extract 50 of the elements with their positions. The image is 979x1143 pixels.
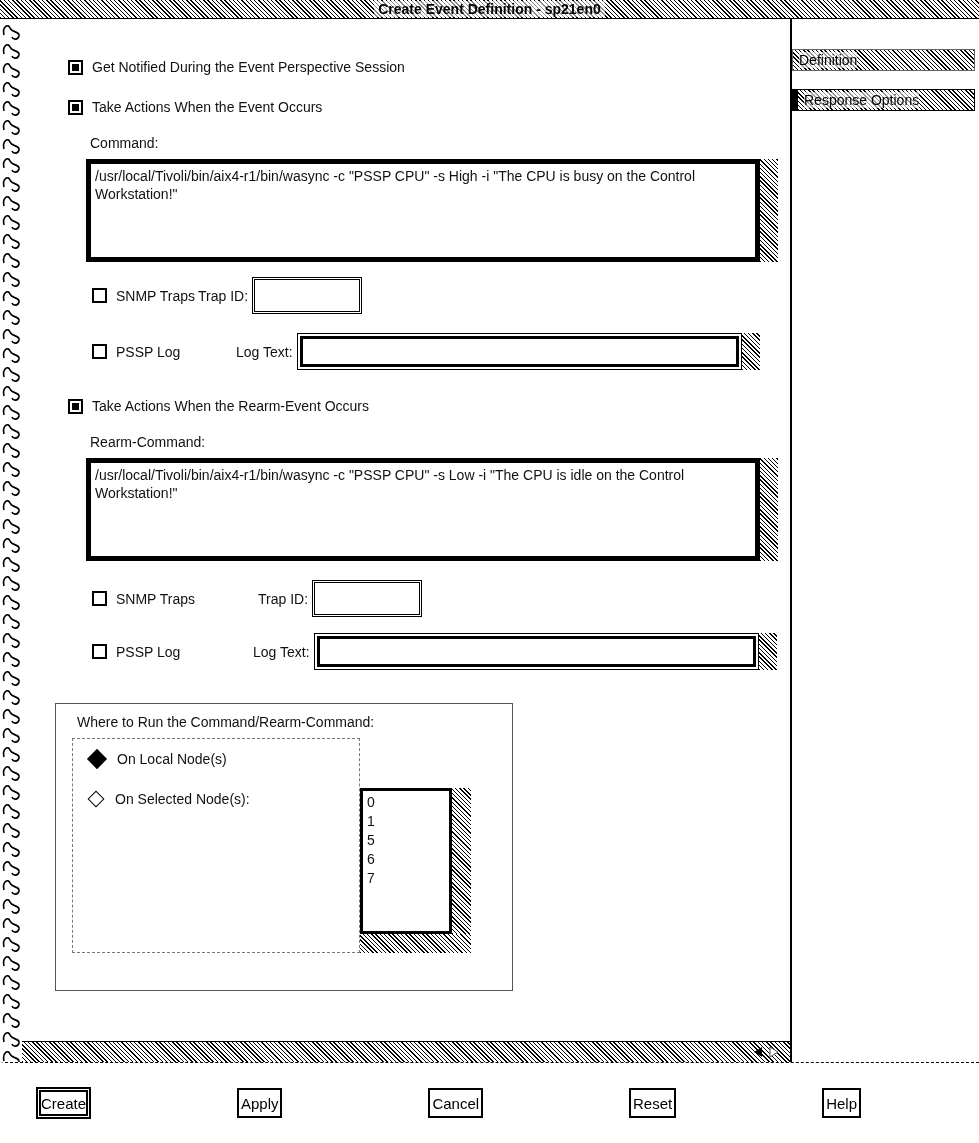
checkbox[interactable] bbox=[92, 344, 107, 359]
radio-option[interactable]: On Selected Node(s): bbox=[87, 789, 359, 809]
checkbox[interactable] bbox=[92, 591, 107, 606]
field-label: Trap ID: bbox=[198, 287, 249, 304]
command-field[interactable]: /usr/local/Tivoli/bin/aix4-r1/bin/wasync -c "PSSP CPU" -s High -i "The CPU is busy on the Control Workstation!" bbox=[86, 159, 760, 262]
left-arrow-icon[interactable] bbox=[752, 1046, 764, 1058]
scrollbar[interactable] bbox=[22, 1041, 790, 1062]
list-item[interactable]: 5 bbox=[367, 831, 445, 850]
checkbox[interactable] bbox=[92, 288, 107, 303]
scrollbar[interactable] bbox=[760, 458, 778, 561]
node-list[interactable]: 0 1 5 6 7 bbox=[360, 788, 452, 934]
trap-id-field[interactable] bbox=[252, 277, 363, 314]
dialog-button[interactable]: Apply bbox=[236, 1088, 283, 1118]
field-label: Command: bbox=[90, 135, 160, 151]
checkbox-label: SNMP Traps bbox=[116, 287, 196, 304]
checkbox-label: Get Notified During the Event Perspective Session bbox=[92, 59, 405, 75]
checkbox-label: Take Actions When the Rearm-Event Occurs bbox=[92, 398, 369, 414]
field-label: Rearm-Command: bbox=[90, 434, 207, 450]
list-item[interactable]: 0 bbox=[367, 793, 445, 812]
log-text-field[interactable] bbox=[313, 633, 759, 670]
checkbox-label: SNMP Traps bbox=[116, 590, 196, 607]
list-item[interactable]: 6 bbox=[367, 850, 445, 869]
dialog-button[interactable]: Create bbox=[36, 1087, 92, 1119]
list-item[interactable]: 7 bbox=[367, 869, 445, 888]
checkbox[interactable] bbox=[68, 59, 83, 75]
checkbox-label: PSSP Log bbox=[116, 643, 181, 660]
checkbox[interactable] bbox=[68, 99, 83, 115]
log-text-field[interactable] bbox=[296, 333, 742, 370]
group-title: Where to Run the Command/Rearm-Command: bbox=[77, 714, 376, 730]
field-label: Trap ID: bbox=[258, 590, 309, 607]
right-arrow-icon[interactable] bbox=[768, 1046, 780, 1058]
trap-id-field[interactable] bbox=[312, 580, 423, 617]
tab[interactable]: Response Options bbox=[792, 89, 975, 111]
scrollbar[interactable] bbox=[360, 934, 471, 953]
dialog-button[interactable]: Cancel bbox=[428, 1088, 484, 1118]
field-label: Log Text: bbox=[253, 643, 310, 660]
checkbox[interactable] bbox=[68, 398, 83, 414]
radio-option[interactable]: On Local Node(s) bbox=[87, 749, 359, 769]
checkbox-label: Take Actions When the Event Occurs bbox=[92, 99, 323, 115]
command-field[interactable]: /usr/local/Tivoli/bin/aix4-r1/bin/wasync -c "PSSP CPU" -s Low -i "The CPU is idle on the Control Workstation!" bbox=[86, 458, 760, 561]
list-item[interactable]: 1 bbox=[367, 812, 445, 831]
checkbox[interactable] bbox=[92, 644, 107, 659]
window-title: Create Event Definition - sp21en0 bbox=[374, 1, 605, 17]
tab[interactable]: Definition bbox=[792, 49, 975, 71]
scrollbar[interactable] bbox=[452, 788, 471, 934]
checkbox-label: PSSP Log bbox=[116, 343, 181, 360]
dialog-button[interactable]: Help bbox=[822, 1088, 861, 1118]
scrollbar[interactable] bbox=[760, 159, 778, 262]
field-label: Log Text: bbox=[236, 343, 293, 360]
dialog-button[interactable]: Reset bbox=[629, 1088, 677, 1118]
